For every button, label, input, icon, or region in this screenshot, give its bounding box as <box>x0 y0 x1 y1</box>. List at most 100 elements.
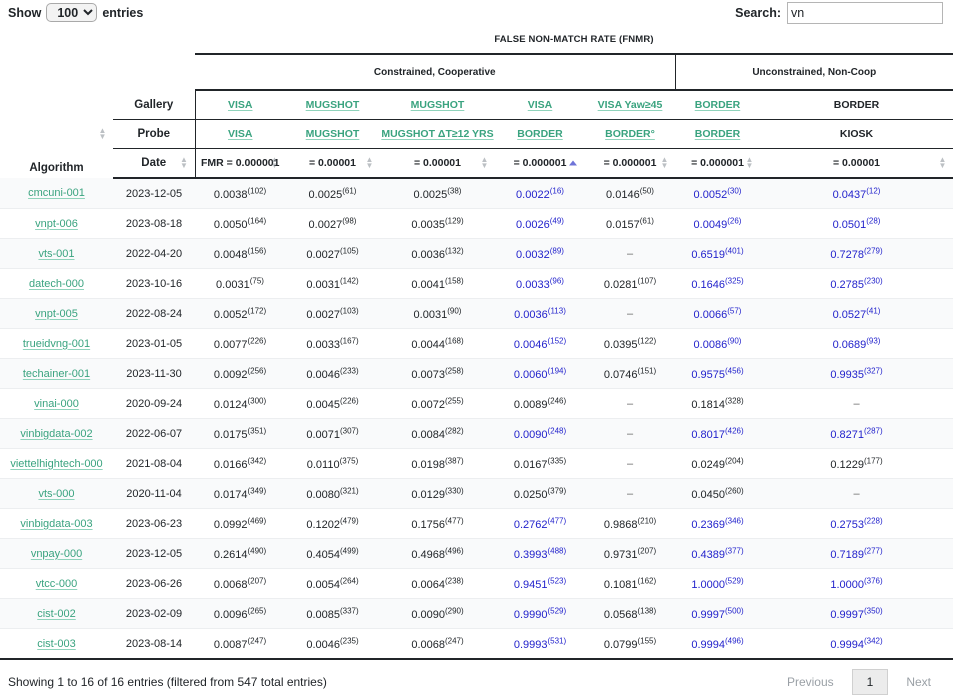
page-length-select[interactable]: 102550100 <box>46 3 97 22</box>
next-page-button[interactable]: Next <box>892 669 945 695</box>
column-header-gallery-0[interactable]: VISA <box>195 90 285 120</box>
fnmr-value: 0.7189(277) <box>830 549 882 561</box>
algorithm-link[interactable]: trueidvng-001 <box>23 338 90 350</box>
previous-page-button[interactable]: Previous <box>773 669 848 695</box>
cell-fnmr-value: 0.0031(90) <box>380 299 495 329</box>
column-header-probe-4[interactable]: BORDER° <box>585 120 675 149</box>
column-header-probe-5[interactable]: BORDER <box>675 120 760 149</box>
rank-superscript: (290) <box>445 606 464 615</box>
column-header-fmr-4[interactable]: = 0.000001 ▲▼ <box>585 149 675 179</box>
rank-superscript: (105) <box>340 246 359 255</box>
gallery-link-4[interactable]: VISA Yaw≥45 <box>598 99 663 111</box>
fnmr-value: 0.0072(255) <box>411 399 463 411</box>
gallery-link-1[interactable]: MUGSHOT <box>306 99 360 111</box>
header-date-row: Date ▲▼ FMR = 0.000001 ▲▼ = 0.00001 ▲▼ =… <box>0 149 953 179</box>
sort-icon-col-5[interactable]: ▲▼ <box>745 156 754 170</box>
sort-ascending-icon[interactable] <box>569 161 577 166</box>
rank-superscript: (107) <box>637 276 656 285</box>
gallery-link-0[interactable]: VISA <box>228 99 253 111</box>
column-header-gallery-3[interactable]: VISA <box>495 90 585 120</box>
sort-icon-col-4[interactable]: ▲▼ <box>660 156 669 170</box>
algorithm-link[interactable]: cist-003 <box>37 638 76 650</box>
column-header-fmr-0[interactable]: FMR = 0.000001 ▲▼ <box>195 149 285 179</box>
cell-fnmr-value: 0.0072(255) <box>380 389 495 419</box>
cell-fnmr-value: 0.0071(307) <box>285 419 380 449</box>
search-input[interactable] <box>787 2 943 24</box>
rank-superscript: (247) <box>247 636 266 645</box>
column-header-probe-3[interactable]: BORDER <box>495 120 585 149</box>
column-header-gallery-4[interactable]: VISA Yaw≥45 <box>585 90 675 120</box>
sort-icon-col-2[interactable]: ▲▼ <box>480 156 489 170</box>
sort-icon-algorithm[interactable]: ▲▼ <box>98 127 107 141</box>
probe-link-5[interactable]: BORDER <box>695 128 741 140</box>
rank-superscript: (342) <box>247 456 266 465</box>
probe-link-4[interactable]: BORDER° <box>605 128 655 140</box>
metric-title: FALSE NON-MATCH RATE (FNMR) <box>195 26 953 54</box>
column-header-probe-0[interactable]: VISA <box>195 120 285 149</box>
fmr-value-2: = 0.00001 <box>414 157 461 169</box>
cell-fnmr-value: 0.0046(235) <box>285 629 380 660</box>
cell-fnmr-value: 0.0089(246) <box>495 389 585 419</box>
algorithm-link[interactable]: vnpt-005 <box>35 308 78 320</box>
sort-icon-col-1[interactable]: ▲▼ <box>365 156 374 170</box>
rank-superscript: (102) <box>247 186 266 195</box>
rank-superscript: (28) <box>866 216 880 225</box>
column-header-fmr-6[interactable]: = 0.00001 ▲▼ <box>760 149 953 179</box>
rank-superscript: (376) <box>864 576 883 585</box>
algorithm-link[interactable]: vinbigdata-002 <box>20 428 92 440</box>
fnmr-value: 0.0036(132) <box>411 249 463 261</box>
gallery-link-5[interactable]: BORDER <box>695 99 741 111</box>
algorithm-link[interactable]: vts-001 <box>38 248 74 260</box>
algorithm-link[interactable]: techainer-001 <box>23 368 90 380</box>
fnmr-value: 0.0746(151) <box>604 369 656 381</box>
algorithm-link[interactable]: datech-000 <box>29 278 84 290</box>
header-group-row: Constrained, Cooperative Unconstrained, … <box>0 54 953 90</box>
cell-date: 2023-08-14 <box>113 629 195 660</box>
rank-superscript: (41) <box>866 306 880 315</box>
algorithm-link[interactable]: vts-000 <box>38 488 74 500</box>
fnmr-value: 0.0048(156) <box>214 249 266 261</box>
gallery-link-2[interactable]: MUGSHOT <box>411 99 465 111</box>
column-header-date[interactable]: Date ▲▼ <box>113 149 195 179</box>
column-header-algorithm[interactable]: Algorithm ▲▼ <box>0 90 113 178</box>
algorithm-link[interactable]: vnpt-006 <box>35 218 78 230</box>
column-header-gallery-5[interactable]: BORDER <box>675 90 760 120</box>
cell-fnmr-value: 0.0568(138) <box>585 599 675 629</box>
fnmr-value: 0.9997(500) <box>691 609 743 621</box>
column-header-probe-1[interactable]: MUGSHOT <box>285 120 380 149</box>
page-number-1-button[interactable]: 1 <box>852 669 889 695</box>
fmr-value-5: = 0.000001 <box>691 157 744 169</box>
algorithm-link[interactable]: vnpay-000 <box>31 548 82 560</box>
fnmr-value: 0.1646(325) <box>691 279 743 291</box>
probe-link-1[interactable]: MUGSHOT <box>306 128 360 140</box>
gallery-link-3[interactable]: VISA <box>528 99 553 111</box>
algorithm-link[interactable]: vinai-000 <box>34 398 79 410</box>
cell-algorithm: vinbigdata-002 <box>0 419 113 449</box>
column-header-gallery-2[interactable]: MUGSHOT <box>380 90 495 120</box>
algorithm-link[interactable]: vinbigdata-003 <box>20 518 92 530</box>
column-header-fmr-2[interactable]: = 0.00001 ▲▼ <box>380 149 495 179</box>
sort-icon-col-0[interactable]: ▲▼ <box>270 156 279 170</box>
algorithm-link[interactable]: cmcuni-001 <box>28 187 85 199</box>
cell-fnmr-value: 0.4054(499) <box>285 539 380 569</box>
column-header-fmr-1[interactable]: = 0.00001 ▲▼ <box>285 149 380 179</box>
sort-icon-col-6[interactable]: ▲▼ <box>938 156 947 170</box>
cell-fnmr-value: 0.1229(177) <box>760 449 953 479</box>
probe-link-3[interactable]: BORDER <box>517 128 563 140</box>
cell-fnmr-value: 0.0450(260) <box>675 479 760 509</box>
sort-icon-date[interactable]: ▲▼ <box>180 156 189 170</box>
probe-link-2[interactable]: MUGSHOT ΔT≥12 YRS <box>381 128 493 140</box>
column-header-fmr-3[interactable]: = 0.000001 <box>495 149 585 179</box>
algorithm-link[interactable]: viettelhightech-000 <box>10 458 102 470</box>
empty-value: – <box>627 428 633 440</box>
table-row: techainer-0012023-11-300.0092(256)0.0046… <box>0 359 953 389</box>
rank-superscript: (490) <box>247 546 266 555</box>
column-header-probe-2[interactable]: MUGSHOT ΔT≥12 YRS <box>380 120 495 149</box>
column-header-gallery-1[interactable]: MUGSHOT <box>285 90 380 120</box>
column-header-fmr-5[interactable]: = 0.000001 ▲▼ <box>675 149 760 179</box>
algorithm-link[interactable]: cist-002 <box>37 608 76 620</box>
cell-fnmr-value: 0.0060(194) <box>495 359 585 389</box>
row-label-probe: Probe <box>113 120 195 149</box>
probe-link-0[interactable]: VISA <box>228 128 253 140</box>
algorithm-link[interactable]: vtcc-000 <box>36 578 78 590</box>
